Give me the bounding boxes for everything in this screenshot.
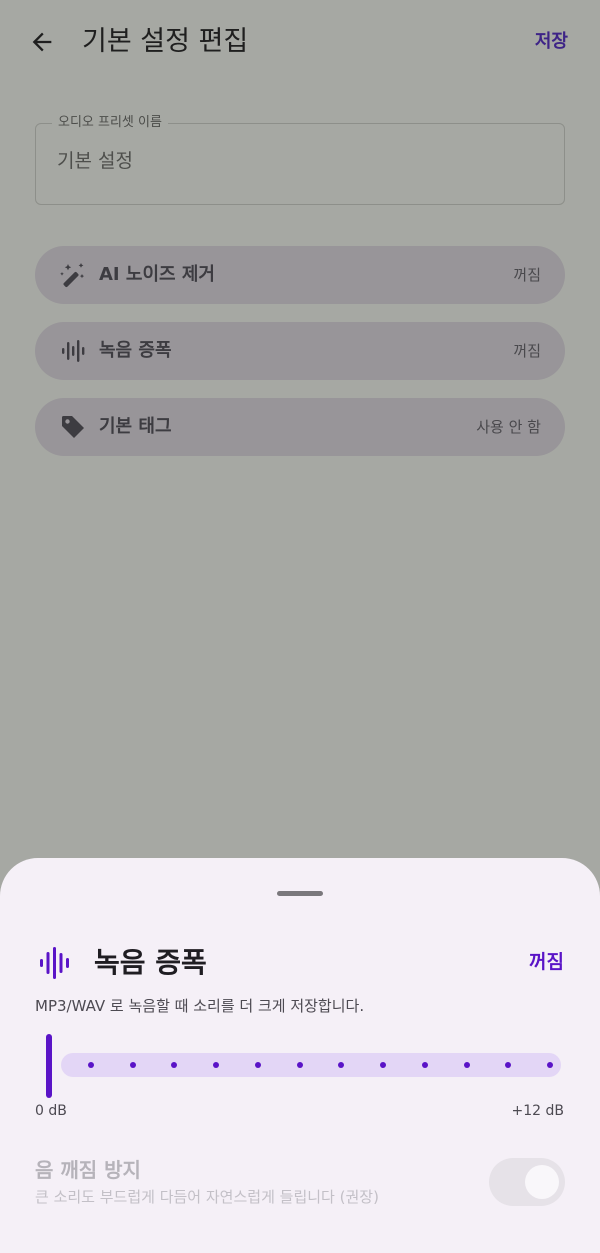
clip-prevention-description: 큰 소리도 부드럽게 다듬어 자연스럽게 들립니다 (권장) bbox=[35, 1188, 379, 1206]
page-title: 기본 설정 편집 bbox=[82, 26, 249, 57]
slider-max-label: +12 dB bbox=[511, 1103, 565, 1119]
clip-prevention-title: 음 깨짐 방지 bbox=[35, 1158, 141, 1182]
back-button[interactable] bbox=[22, 24, 62, 60]
preset-name-label: 오디오 프리셋 이름 bbox=[52, 114, 168, 132]
slider-track[interactable] bbox=[61, 1053, 561, 1077]
toggle-knob bbox=[525, 1165, 559, 1199]
setting-label-default-tag: 기본 태그 bbox=[99, 416, 172, 437]
drag-handle[interactable] bbox=[277, 891, 323, 896]
preset-name-field[interactable]: 오디오 프리셋 이름 bbox=[35, 114, 565, 205]
slider-tick bbox=[129, 1062, 136, 1068]
setting-label-noise-reduction: AI 노이즈 제거 bbox=[99, 264, 215, 285]
boost-status: 꺼짐 bbox=[529, 951, 564, 973]
slider-tick bbox=[254, 1062, 261, 1068]
slider-tick bbox=[88, 1062, 94, 1068]
tag-icon bbox=[59, 413, 87, 441]
setting-label-record-boost: 녹음 증폭 bbox=[99, 340, 172, 361]
top-app-bar: 기본 설정 편집 저장 bbox=[0, 0, 600, 84]
slider-min-label: 0 dB bbox=[35, 1103, 67, 1119]
slider-tick bbox=[380, 1062, 387, 1068]
setting-row-noise-reduction[interactable]: AI 노이즈 제거 꺼짐 bbox=[35, 246, 565, 304]
clip-prevention-toggle[interactable] bbox=[489, 1158, 565, 1206]
setting-row-record-boost[interactable]: 녹음 증폭 꺼짐 bbox=[35, 322, 565, 380]
setting-value-record-boost: 꺼짐 bbox=[513, 342, 541, 360]
slider-tick bbox=[421, 1062, 428, 1068]
slider-thumb[interactable] bbox=[46, 1034, 52, 1098]
bottom-sheet: 녹음 증폭 꺼짐 MP3/WAV 로 녹음할 때 소리를 더 크게 저장합니다.… bbox=[0, 858, 600, 1253]
magic-wand-icon bbox=[59, 261, 87, 289]
setting-value-noise-reduction: 꺼짐 bbox=[513, 266, 541, 284]
slider-tick bbox=[171, 1062, 178, 1068]
slider-tick bbox=[338, 1062, 345, 1068]
slider-tick bbox=[505, 1062, 512, 1068]
waveform-icon bbox=[59, 337, 87, 365]
slider-tick bbox=[463, 1062, 470, 1068]
setting-row-default-tag[interactable]: 기본 태그 사용 안 함 bbox=[35, 398, 565, 456]
setting-value-default-tag: 사용 안 함 bbox=[476, 418, 541, 436]
slider-tick bbox=[547, 1062, 553, 1068]
preset-name-input[interactable] bbox=[57, 148, 537, 170]
arrow-left-icon bbox=[32, 32, 52, 52]
gain-slider[interactable] bbox=[35, 1032, 565, 1098]
save-button[interactable]: 저장 bbox=[535, 28, 568, 56]
sheet-title: 녹음 증폭 bbox=[94, 946, 207, 979]
slider-tick bbox=[296, 1062, 303, 1068]
waveform-icon bbox=[40, 947, 69, 979]
slider-tick bbox=[213, 1062, 220, 1068]
sheet-description: MP3/WAV 로 녹음할 때 소리를 더 크게 저장합니다. bbox=[35, 997, 365, 1015]
